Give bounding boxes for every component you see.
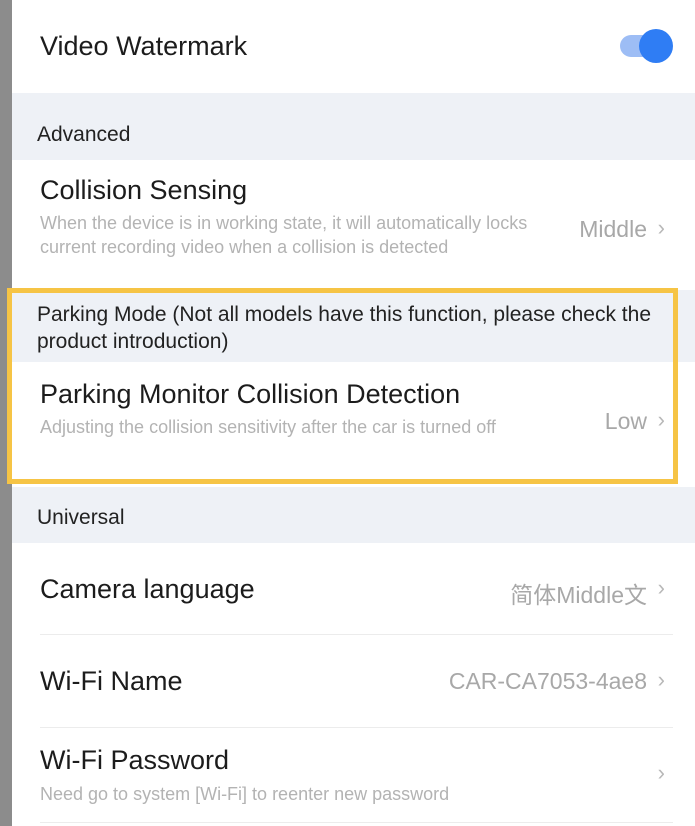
chevron-right-icon: › bbox=[657, 407, 665, 432]
video-watermark-row[interactable]: Video Watermark bbox=[12, 0, 695, 93]
chevron-right-icon: › bbox=[657, 760, 665, 785]
chevron-right-icon: › bbox=[657, 575, 665, 600]
chevron-right-icon: › bbox=[657, 667, 665, 692]
section-header-universal: Universal bbox=[12, 487, 695, 543]
collision-sensing-title: Collision Sensing bbox=[40, 175, 248, 205]
parking-collision-detection-value: Low bbox=[604, 408, 647, 434]
wifi-password-title: Wi-Fi Password bbox=[40, 745, 230, 775]
camera-language-value: 简体Middle文 bbox=[510, 582, 647, 608]
left-edge-bar bbox=[0, 0, 12, 826]
wifi-name-value: CAR-CA7053-4ae8 bbox=[448, 668, 647, 694]
settings-page: Video Watermark Advanced Collision Sensi… bbox=[12, 0, 695, 826]
camera-language-title: Camera language bbox=[40, 574, 255, 604]
parking-collision-detection-description: Adjusting the collision sensitivity afte… bbox=[40, 417, 496, 437]
collision-sensing-row[interactable]: Collision Sensing When the device is in … bbox=[12, 160, 695, 285]
camera-language-row[interactable]: Camera language 简体Middle文 › bbox=[12, 543, 695, 635]
collision-sensing-description: When the device is in working state, it … bbox=[40, 213, 528, 257]
parking-collision-detection-row[interactable]: Parking Monitor Collision Detection Adju… bbox=[12, 362, 695, 480]
wifi-name-row[interactable]: Wi-Fi Name CAR-CA7053-4ae8 › bbox=[12, 635, 695, 727]
wifi-name-title: Wi-Fi Name bbox=[40, 666, 183, 696]
section-header-parking-mode: Parking Mode (Not all models have this f… bbox=[12, 290, 695, 362]
video-watermark-label: Video Watermark bbox=[40, 31, 248, 61]
wifi-password-row[interactable]: Wi-Fi Password Need go to system [Wi-Fi]… bbox=[12, 728, 695, 823]
wifi-password-description: Need go to system [Wi-Fi] to reenter new… bbox=[40, 784, 450, 804]
section-header-advanced: Advanced bbox=[12, 93, 695, 160]
collision-sensing-value: Middle bbox=[579, 216, 647, 242]
toggle-knob bbox=[639, 29, 673, 63]
parking-collision-detection-title: Parking Monitor Collision Detection bbox=[40, 379, 461, 409]
chevron-right-icon: › bbox=[657, 215, 665, 240]
divider bbox=[40, 822, 673, 823]
